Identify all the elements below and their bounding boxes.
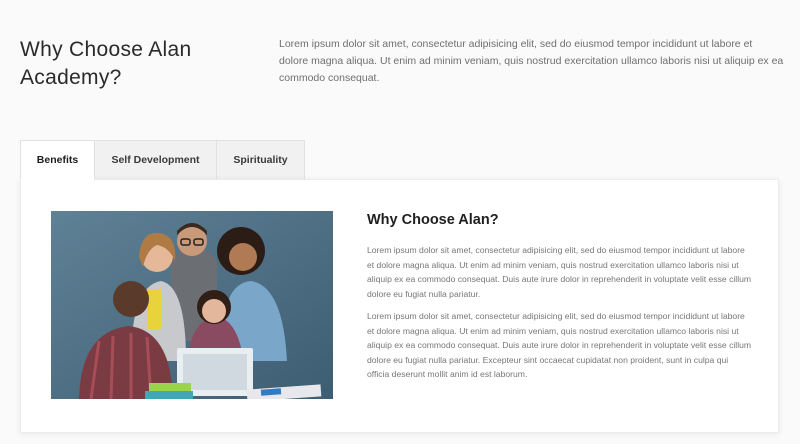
panel-paragraph-2: Lorem ipsum dolor sit amet, consectetur …	[367, 311, 752, 380]
panel-title: Why Choose Alan?	[367, 212, 499, 228]
students-illustration	[51, 211, 333, 399]
students-group-photo	[51, 211, 333, 399]
tab-bar: Benefits Self Development Spirituality	[20, 140, 305, 180]
section-intro: Lorem ipsum dolor sit amet, consectetur …	[279, 38, 784, 84]
section-title: Why Choose Alan Academy?	[20, 38, 192, 89]
tab-self-development[interactable]: Self Development	[95, 140, 217, 180]
tab-benefits[interactable]: Benefits	[20, 140, 95, 180]
panel-paragraph-1: Lorem ipsum dolor sit amet, consectetur …	[367, 245, 752, 299]
tab-spirituality[interactable]: Spirituality	[217, 140, 305, 180]
tab-panel-benefits: Why Choose Alan? Lorem ipsum dolor sit a…	[20, 179, 779, 433]
